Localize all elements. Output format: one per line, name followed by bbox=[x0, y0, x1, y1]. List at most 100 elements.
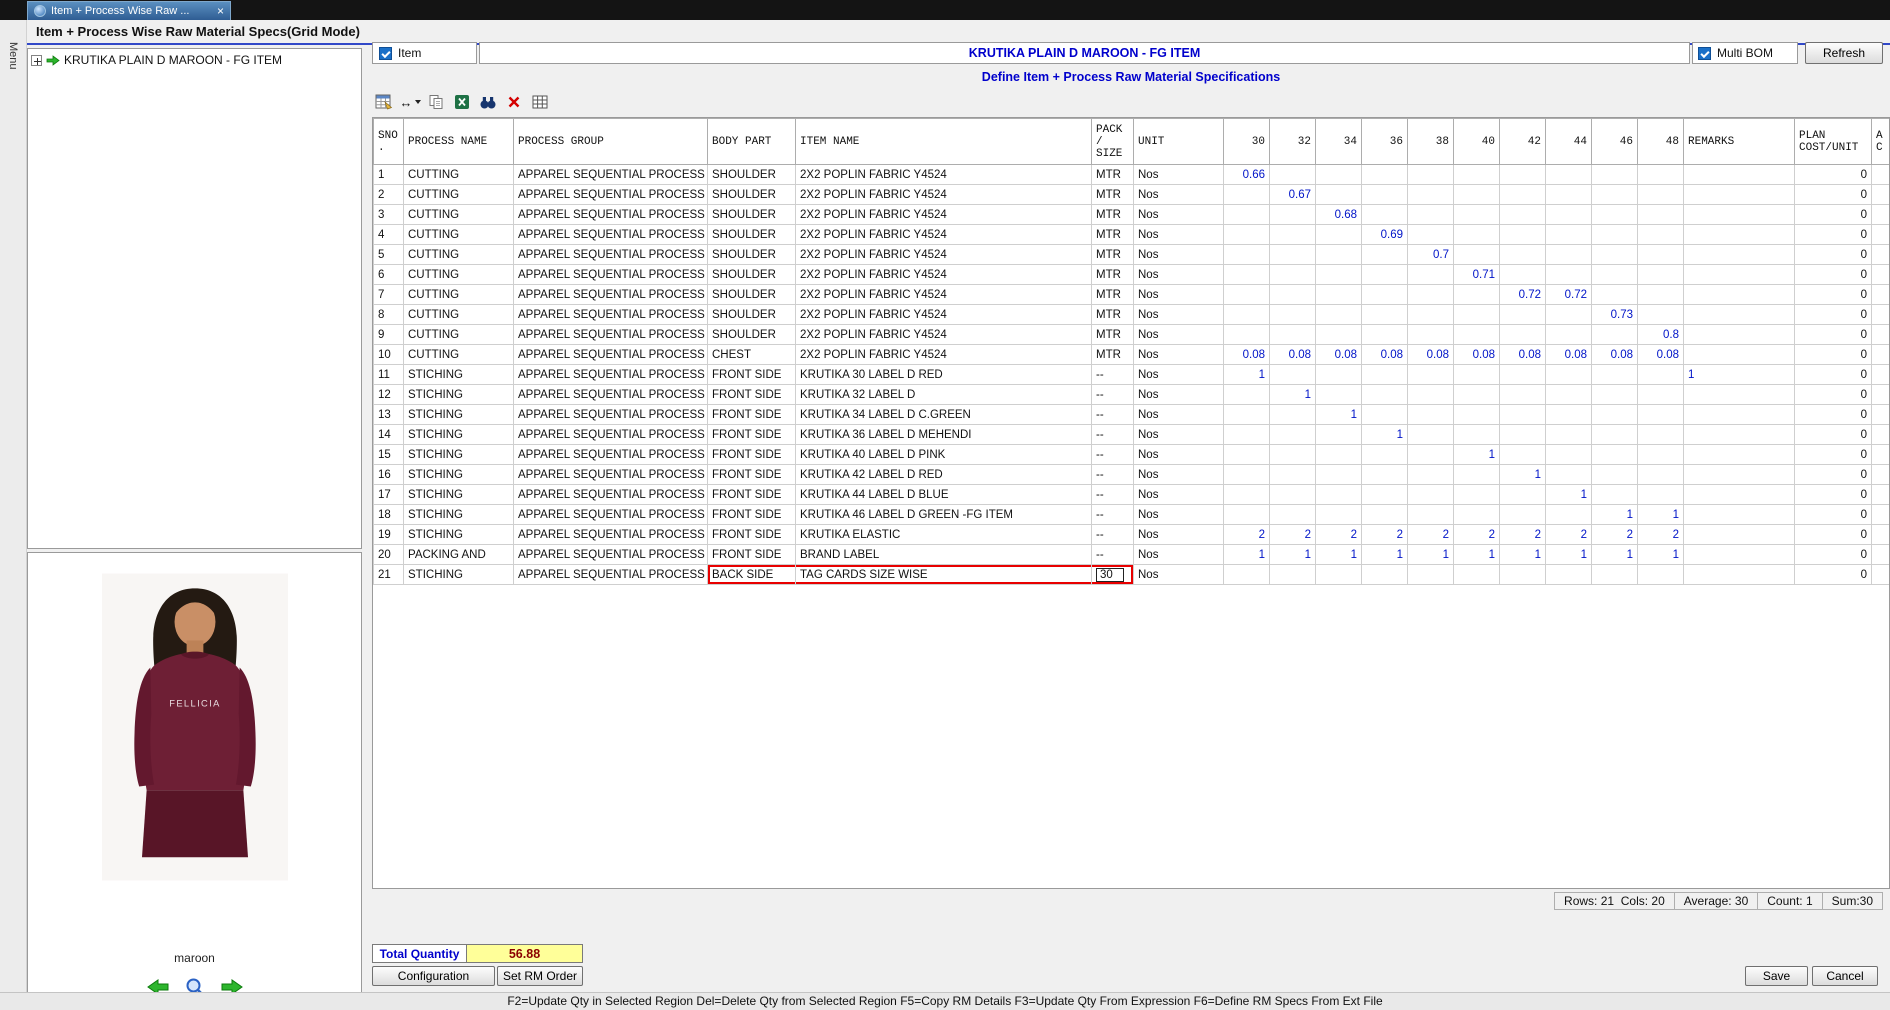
cell-pack-size[interactable]: 30 bbox=[1091, 564, 1134, 585]
cell-size-48[interactable] bbox=[1637, 424, 1684, 445]
cell-remarks[interactable] bbox=[1683, 484, 1795, 505]
grid-mode-icon[interactable] bbox=[374, 92, 394, 112]
cell-size-34[interactable] bbox=[1315, 424, 1362, 445]
cell-item-name[interactable]: KRUTIKA 46 LABEL D GREEN -FG ITEM bbox=[795, 504, 1092, 525]
cell-size-48[interactable] bbox=[1637, 464, 1684, 485]
cell-size-42[interactable] bbox=[1499, 244, 1546, 265]
cell-plan-cost[interactable]: 0 bbox=[1794, 224, 1872, 245]
cell-size-32[interactable]: 0.08 bbox=[1269, 344, 1316, 365]
cell-remarks[interactable] bbox=[1683, 464, 1795, 485]
cell-process-group[interactable]: APPAREL SEQUENTIAL PROCESS bbox=[513, 344, 708, 365]
cell-unit[interactable]: Nos bbox=[1133, 164, 1224, 185]
cell-size-34[interactable]: 0.08 bbox=[1315, 344, 1362, 365]
cell-body-part[interactable]: FRONT SIDE bbox=[707, 504, 796, 525]
cell-body-part[interactable]: SHOULDER bbox=[707, 244, 796, 265]
cell-size-42[interactable] bbox=[1499, 224, 1546, 245]
cell-item-name[interactable]: KRUTIKA 34 LABEL D C.GREEN bbox=[795, 404, 1092, 425]
cell-size-34[interactable]: 2 bbox=[1315, 524, 1362, 545]
cell-process-group[interactable]: APPAREL SEQUENTIAL PROCESS bbox=[513, 384, 708, 405]
cell-size-44[interactable] bbox=[1545, 364, 1592, 385]
cell-size-36[interactable] bbox=[1361, 444, 1408, 465]
cell-remarks[interactable] bbox=[1683, 244, 1795, 265]
configuration-button[interactable]: Configuration bbox=[372, 966, 495, 986]
cell-size-46[interactable] bbox=[1591, 564, 1638, 585]
cell-size-48[interactable] bbox=[1637, 284, 1684, 305]
cell-size-32[interactable] bbox=[1269, 264, 1316, 285]
cell-size-36[interactable] bbox=[1361, 304, 1408, 325]
cell-unit[interactable]: Nos bbox=[1133, 184, 1224, 205]
cell-size-36[interactable] bbox=[1361, 484, 1408, 505]
cell-size-42[interactable] bbox=[1499, 204, 1546, 225]
cell-item-name[interactable]: KRUTIKA ELASTIC bbox=[795, 524, 1092, 545]
tab-item-process-raw[interactable]: Item + Process Wise Raw ... × bbox=[27, 1, 231, 20]
cell-size-34[interactable] bbox=[1315, 484, 1362, 505]
cell-item-name[interactable]: 2X2 POPLIN FABRIC Y4524 bbox=[795, 184, 1092, 205]
cell-size-48[interactable]: 2 bbox=[1637, 524, 1684, 545]
cell-size-46[interactable] bbox=[1591, 244, 1638, 265]
cell-body-part[interactable]: SHOULDER bbox=[707, 324, 796, 345]
cell-size-44[interactable]: 0.08 bbox=[1545, 344, 1592, 365]
cell-process-group[interactable]: APPAREL SEQUENTIAL PROCESS bbox=[513, 304, 708, 325]
cell-size-48[interactable]: 0.8 bbox=[1637, 324, 1684, 345]
cell-remarks[interactable]: 1 bbox=[1683, 364, 1795, 385]
fit-column-width-icon[interactable]: ↔ bbox=[400, 92, 421, 112]
cell-item-name[interactable]: 2X2 POPLIN FABRIC Y4524 bbox=[795, 324, 1092, 345]
cell-body-part[interactable]: BACK SIDE bbox=[707, 564, 796, 585]
cell-size-38[interactable] bbox=[1407, 364, 1454, 385]
cell-size-48[interactable] bbox=[1637, 164, 1684, 185]
cell-size-32[interactable]: 2 bbox=[1269, 524, 1316, 545]
cell-size-44[interactable] bbox=[1545, 244, 1592, 265]
cell-size-32[interactable] bbox=[1269, 224, 1316, 245]
copy-icon[interactable] bbox=[426, 92, 446, 112]
cell-size-30[interactable]: 1 bbox=[1223, 544, 1270, 565]
cell-size-48[interactable] bbox=[1637, 364, 1684, 385]
cell-pack-size[interactable]: -- bbox=[1091, 484, 1134, 505]
cell-size-30[interactable] bbox=[1223, 384, 1270, 405]
cell-size-40[interactable] bbox=[1453, 204, 1500, 225]
cell-size-40[interactable]: 2 bbox=[1453, 524, 1500, 545]
cell-size-34[interactable] bbox=[1315, 264, 1362, 285]
cell-size-46[interactable] bbox=[1591, 184, 1638, 205]
cell-size-48[interactable] bbox=[1637, 204, 1684, 225]
cell-pack-size[interactable]: -- bbox=[1091, 384, 1134, 405]
cell-size-38[interactable] bbox=[1407, 444, 1454, 465]
cell-size-48[interactable] bbox=[1637, 304, 1684, 325]
cell-item-name[interactable]: KRUTIKA 36 LABEL D MEHENDI bbox=[795, 424, 1092, 445]
cell-unit[interactable]: Nos bbox=[1133, 464, 1224, 485]
cell-process-group[interactable]: APPAREL SEQUENTIAL PROCESS bbox=[513, 264, 708, 285]
cell-size-42[interactable] bbox=[1499, 164, 1546, 185]
cell-size-30[interactable] bbox=[1223, 444, 1270, 465]
cell-size-42[interactable] bbox=[1499, 264, 1546, 285]
cell-pack-size[interactable]: -- bbox=[1091, 364, 1134, 385]
cell-body-part[interactable]: FRONT SIDE bbox=[707, 384, 796, 405]
cell-size-42[interactable]: 1 bbox=[1499, 544, 1546, 565]
cell-size-36[interactable] bbox=[1361, 504, 1408, 525]
cell-size-36[interactable] bbox=[1361, 244, 1408, 265]
cell-size-42[interactable]: 2 bbox=[1499, 524, 1546, 545]
cell-size-38[interactable]: 0.7 bbox=[1407, 244, 1454, 265]
cell-size-44[interactable]: 1 bbox=[1545, 544, 1592, 565]
cell-size-46[interactable] bbox=[1591, 484, 1638, 505]
cell-unit[interactable]: Nos bbox=[1133, 364, 1224, 385]
cell-size-42[interactable] bbox=[1499, 564, 1546, 585]
cell-process-name[interactable]: STICHING bbox=[403, 484, 514, 505]
cell-size-46[interactable] bbox=[1591, 424, 1638, 445]
cell-size-32[interactable] bbox=[1269, 244, 1316, 265]
cell-size-36[interactable] bbox=[1361, 184, 1408, 205]
cell-process-name[interactable]: CUTTING bbox=[403, 244, 514, 265]
menu-strip[interactable]: Menu bbox=[0, 20, 27, 1010]
cell-size-48[interactable]: 0.08 bbox=[1637, 344, 1684, 365]
cell-size-42[interactable] bbox=[1499, 484, 1546, 505]
cell-remarks[interactable] bbox=[1683, 304, 1795, 325]
cell-size-46[interactable] bbox=[1591, 464, 1638, 485]
cell-remarks[interactable] bbox=[1683, 564, 1795, 585]
close-icon[interactable]: × bbox=[217, 5, 224, 17]
cell-size-46[interactable] bbox=[1591, 264, 1638, 285]
cell-size-32[interactable] bbox=[1269, 424, 1316, 445]
cell-size-30[interactable] bbox=[1223, 324, 1270, 345]
cell-body-part[interactable]: SHOULDER bbox=[707, 284, 796, 305]
cell-unit[interactable]: Nos bbox=[1133, 404, 1224, 425]
cell-size-30[interactable]: 0.08 bbox=[1223, 344, 1270, 365]
set-rm-order-button[interactable]: Set RM Order bbox=[497, 966, 583, 986]
cell-remarks[interactable] bbox=[1683, 444, 1795, 465]
